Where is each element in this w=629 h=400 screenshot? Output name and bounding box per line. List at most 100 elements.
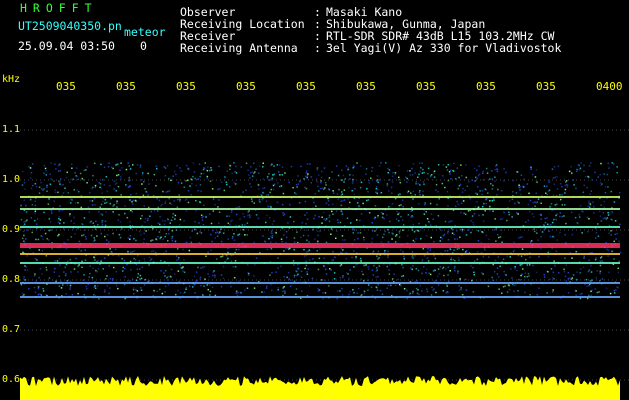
noise-pixel bbox=[158, 231, 161, 233]
noise-pixel bbox=[411, 229, 414, 231]
noise-pixel bbox=[316, 180, 318, 183]
noise-pixel bbox=[499, 236, 502, 238]
noise-pixel bbox=[596, 291, 598, 294]
noise-pixel bbox=[94, 259, 96, 261]
noise-pixel bbox=[173, 170, 176, 173]
noise-pixel bbox=[82, 279, 85, 281]
noise-pixel bbox=[490, 183, 492, 185]
noise-pixel bbox=[459, 278, 461, 280]
noise-pixel bbox=[130, 194, 132, 196]
noise-pixel bbox=[127, 186, 130, 188]
noise-pixel bbox=[122, 270, 124, 272]
noise-pixel bbox=[86, 182, 88, 184]
noise-pixel bbox=[233, 233, 235, 235]
noise-pixel bbox=[409, 170, 411, 172]
noise-pixel bbox=[235, 165, 237, 168]
noise-pixel bbox=[553, 183, 555, 186]
noise-pixel bbox=[315, 205, 317, 207]
noise-pixel bbox=[485, 167, 488, 170]
noise-pixel bbox=[320, 180, 322, 182]
noise-pixel bbox=[536, 294, 539, 296]
noise-pixel bbox=[295, 270, 297, 272]
noise-pixel bbox=[20, 204, 22, 207]
noise-pixel bbox=[484, 188, 486, 190]
noise-pixel bbox=[491, 188, 494, 190]
noise-pixel bbox=[543, 274, 545, 276]
noise-pixel bbox=[266, 175, 269, 178]
noise-pixel bbox=[445, 292, 447, 294]
noise-pixel bbox=[148, 206, 150, 209]
noise-pixel bbox=[198, 163, 201, 165]
noise-pixel bbox=[94, 204, 96, 206]
noise-pixel bbox=[619, 223, 621, 226]
noise-pixel bbox=[482, 172, 484, 174]
noise-pixel bbox=[295, 293, 297, 295]
noise-pixel bbox=[617, 267, 619, 270]
noise-pixel bbox=[482, 273, 484, 275]
noise-pixel bbox=[535, 192, 537, 195]
noise-pixel bbox=[185, 180, 187, 182]
noise-pixel bbox=[363, 292, 366, 294]
noise-pixel bbox=[174, 273, 176, 275]
noise-pixel bbox=[590, 290, 592, 293]
noise-pixel bbox=[417, 289, 419, 291]
noise-pixel bbox=[599, 182, 602, 184]
noise-pixel bbox=[157, 210, 159, 212]
noise-pixel bbox=[140, 233, 142, 236]
noise-pixel bbox=[330, 233, 332, 235]
noise-pixel bbox=[228, 215, 231, 217]
noise-pixel bbox=[406, 235, 409, 237]
noise-pixel bbox=[401, 275, 403, 278]
noise-pixel bbox=[372, 274, 375, 276]
noise-pixel bbox=[180, 170, 182, 172]
noise-pixel bbox=[296, 183, 298, 186]
noise-pixel bbox=[606, 217, 609, 219]
noise-pixel bbox=[118, 233, 121, 236]
noise-pixel bbox=[159, 288, 161, 291]
noise-pixel bbox=[310, 176, 313, 178]
noise-pixel bbox=[563, 270, 566, 273]
noise-pixel bbox=[618, 260, 620, 262]
noise-pixel bbox=[68, 215, 71, 217]
noise-pixel bbox=[357, 237, 359, 240]
noise-pixel bbox=[363, 290, 366, 293]
noise-pixel bbox=[473, 274, 475, 276]
noise-pixel bbox=[356, 162, 358, 164]
noise-pixel bbox=[155, 165, 158, 168]
noise-pixel bbox=[316, 250, 318, 252]
noise-pixel bbox=[546, 193, 548, 196]
noise-pixel bbox=[194, 228, 196, 231]
noise-pixel bbox=[476, 169, 478, 172]
noise-pixel bbox=[147, 194, 149, 196]
noise-pixel bbox=[617, 286, 619, 289]
noise-pixel bbox=[322, 298, 324, 300]
noise-pixel bbox=[81, 260, 83, 263]
noise-pixel bbox=[257, 217, 260, 220]
noise-pixel bbox=[603, 200, 605, 203]
noise-pixel bbox=[196, 297, 199, 300]
noise-pixel bbox=[23, 241, 26, 243]
noise-pixel bbox=[559, 215, 561, 218]
noise-pixel bbox=[419, 170, 421, 173]
noise-pixel bbox=[457, 187, 459, 190]
noise-pixel bbox=[48, 198, 50, 200]
noise-pixel bbox=[323, 265, 326, 268]
noise-pixel bbox=[415, 287, 418, 290]
noise-pixel bbox=[449, 173, 451, 175]
noise-pixel bbox=[286, 276, 288, 279]
noise-pixel bbox=[212, 198, 215, 201]
noise-pixel bbox=[399, 181, 402, 184]
noise-pixel bbox=[204, 162, 206, 164]
noise-pixel bbox=[324, 292, 327, 294]
noise-pixel bbox=[394, 173, 396, 176]
noise-pixel bbox=[316, 169, 318, 171]
noise-pixel bbox=[303, 255, 306, 257]
noise-pixel bbox=[227, 238, 230, 240]
noise-pixel bbox=[410, 192, 412, 194]
noise-pixel bbox=[398, 179, 400, 181]
noise-pixel bbox=[599, 280, 601, 282]
noise-pixel bbox=[604, 217, 606, 219]
noise-pixel bbox=[376, 289, 379, 291]
noise-pixel bbox=[587, 205, 590, 208]
noise-pixel bbox=[414, 229, 417, 232]
